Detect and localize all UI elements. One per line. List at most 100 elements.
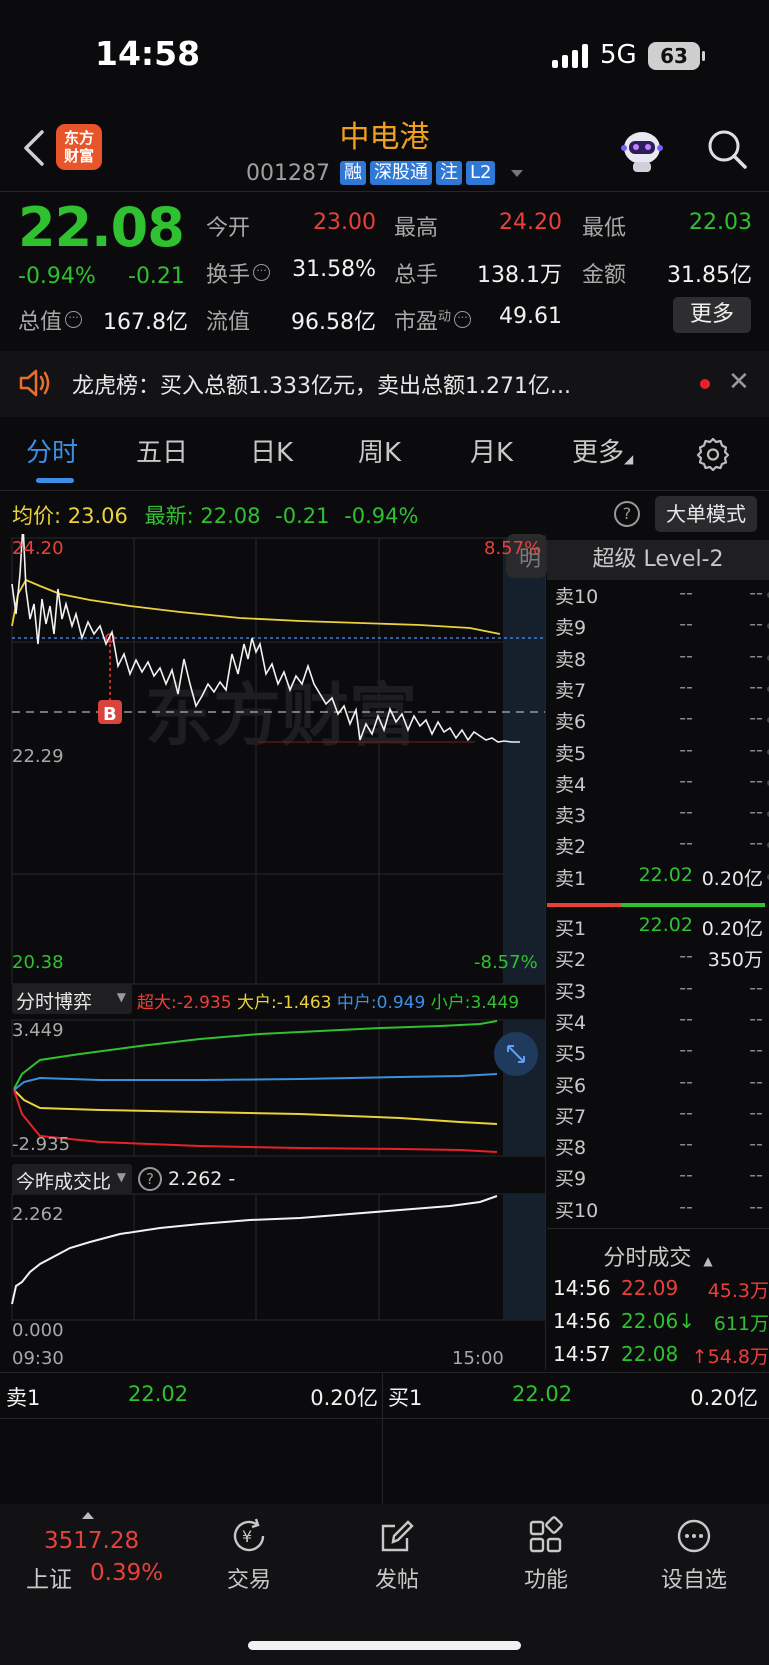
stock-code-row[interactable]: 001287 融 深股通 注 L2 <box>246 158 524 188</box>
bid-row[interactable]: 买2 -- 350万 <box>555 945 765 976</box>
tab-more[interactable]: 更多◢ <box>572 432 633 469</box>
super-value: -2.935 <box>176 993 232 1013</box>
bid-row[interactable]: 买9 -- -- <box>555 1164 765 1195</box>
bid-price: 22.02 <box>638 914 693 936</box>
notice-text: 龙虎榜：买入总额1.333亿元，卖出总额1.271亿... <box>72 374 571 399</box>
latest-label: 最新: <box>144 504 194 528</box>
ask-volume: -- <box>749 769 763 792</box>
robot-assistant-icon[interactable] <box>618 128 666 174</box>
bid-volume: -- <box>749 1039 763 1062</box>
level2-header[interactable]: 超级 Level-2 <box>547 540 769 580</box>
nav-post[interactable]: 发帖 <box>347 1516 447 1594</box>
current-price: 22.08 <box>18 196 185 259</box>
turnover-label-text: 换手 <box>206 263 251 288</box>
tab-five-day[interactable]: 五日 <box>136 432 188 469</box>
chart-tabs: 分时 五日 日K 周K 月K 更多◢ <box>0 432 769 484</box>
small-label: 小户: <box>430 993 471 1013</box>
nav-post-label: 发帖 <box>374 1568 419 1593</box>
tag-registered: 注 <box>435 161 462 185</box>
tag-margin: 融 <box>339 161 366 185</box>
info-icon[interactable]: ··· <box>253 264 271 281</box>
tick-time: 14:57 <box>553 1342 611 1366</box>
close-icon[interactable]: ✕ <box>728 367 750 397</box>
ask-price: -- <box>679 644 693 667</box>
pe-label[interactable]: 市盈动 ··· <box>394 304 472 336</box>
avg-value: 23.06 <box>67 504 128 528</box>
index-value[interactable]: 3517.28 <box>44 1528 139 1554</box>
ask-row[interactable]: 卖8 -- -- <box>555 644 769 676</box>
ask-row[interactable]: 卖6 -- -- <box>555 707 769 738</box>
ask-row[interactable]: 卖10 -- -- <box>555 582 769 613</box>
bid-row[interactable]: 买6 -- -- <box>555 1071 765 1102</box>
ask-price: -- <box>679 738 693 761</box>
bid-volume: -- <box>749 1133 763 1156</box>
ask-row[interactable]: 卖2 -- -- <box>555 832 769 863</box>
tab-daily-k[interactable]: 日K <box>250 432 293 469</box>
tick-row: 14:56 22.09 45.3万 <box>553 1276 769 1310</box>
ask-row[interactable]: 卖4 -- -- <box>555 769 769 801</box>
turnover-label[interactable]: 换手 ··· <box>206 257 271 289</box>
home-indicator[interactable] <box>248 1641 521 1650</box>
ask-row[interactable]: 卖9 -- -- <box>555 613 769 644</box>
network-type: 5G <box>600 40 637 70</box>
tick-volume: 611万 <box>713 1313 769 1335</box>
chevron-up-icon[interactable] <box>82 1512 94 1519</box>
float-value: 96.58亿 <box>291 310 376 335</box>
ask-price: -- <box>679 613 693 636</box>
more-button[interactable]: 更多 <box>673 297 751 333</box>
ask-row[interactable]: 卖1 22.02 0.20亿 <box>555 864 769 895</box>
ask-level-label: 卖1 <box>555 867 587 890</box>
index-name[interactable]: 上证 <box>26 1560 72 1594</box>
bid-ratio-bar <box>621 903 765 907</box>
nav-trade[interactable]: ¥ 交易 <box>199 1516 299 1594</box>
buy-marker[interactable]: B <box>103 704 117 725</box>
change-percent: -0.94% <box>18 264 96 289</box>
chevron-down-icon[interactable] <box>511 169 524 177</box>
help-icon[interactable]: ? <box>138 1167 162 1191</box>
tab-weekly-k[interactable]: 周K <box>358 432 401 469</box>
mktcap-label[interactable]: 总值 ··· <box>18 304 83 336</box>
turnover-value: 31.58% <box>292 257 376 282</box>
avg-label: 均价: <box>12 504 62 528</box>
tick-header[interactable]: 分时成交 ▲ <box>547 1240 769 1272</box>
bid-row[interactable]: 买10 -- -- <box>555 1196 765 1227</box>
ask-volume: -- <box>749 644 763 667</box>
intraday-chart[interactable]: 东方财富 明 B <box>0 534 547 1338</box>
ask-level-label: 卖3 <box>555 805 587 828</box>
tab-intraday[interactable]: 分时 <box>26 432 78 469</box>
strip-bid-price: 22.02 <box>512 1382 573 1406</box>
bid-row[interactable]: 买7 -- -- <box>555 1102 765 1133</box>
info-icon[interactable]: ··· <box>454 311 472 328</box>
low-value: 22.03 <box>689 210 752 235</box>
bid-row[interactable]: 买3 -- -- <box>555 977 765 1008</box>
ask-row[interactable]: 卖5 -- -- <box>555 738 769 770</box>
open-value: 23.00 <box>313 210 376 235</box>
bid-ask-strip[interactable]: 卖1 22.02 0.20亿 买1 22.02 0.20亿 <box>0 1372 769 1418</box>
high-label: 最高 <box>394 216 439 241</box>
mktcap-label-text: 总值 <box>18 310 63 335</box>
search-icon[interactable] <box>706 128 748 170</box>
change-amount: -0.21 <box>128 264 185 289</box>
bid-level-label: 买10 <box>555 1199 599 1222</box>
info-icon[interactable]: ··· <box>65 311 83 328</box>
help-icon[interactable]: ? <box>614 501 640 527</box>
nav-functions[interactable]: 功能 <box>496 1516 596 1594</box>
ratio-panel-selector[interactable]: 今昨成交比 ▼ <box>12 1164 132 1194</box>
pe-value: 49.61 <box>499 304 562 329</box>
gear-icon[interactable] <box>695 436 731 472</box>
pe-superscript: 动 <box>438 309 452 325</box>
game-panel-selector[interactable]: 分时博弈 ▼ <box>12 984 132 1014</box>
bid-row[interactable]: 买8 -- -- <box>555 1133 765 1164</box>
ask-volume: -- <box>749 832 763 855</box>
chart-top-pct: 8.57% <box>484 538 542 559</box>
tab-monthly-k[interactable]: 月K <box>470 432 513 469</box>
big-order-mode-button[interactable]: 大单模式 <box>655 496 757 532</box>
bid-level-label: 买6 <box>555 1074 587 1097</box>
ask-row[interactable]: 卖3 -- -- <box>555 801 769 832</box>
ask-row[interactable]: 卖7 -- -- <box>555 676 769 707</box>
bid-row[interactable]: 买5 -- -- <box>555 1039 765 1070</box>
bid-row[interactable]: 买1 22.02 0.20亿 <box>555 914 765 945</box>
nav-watchlist[interactable]: 设自选 <box>644 1516 744 1594</box>
dragon-tiger-notice[interactable]: 龙虎榜：买入总额1.333亿元，卖出总额1.271亿... ✕ <box>0 351 769 417</box>
bid-row[interactable]: 买4 -- -- <box>555 1008 765 1039</box>
